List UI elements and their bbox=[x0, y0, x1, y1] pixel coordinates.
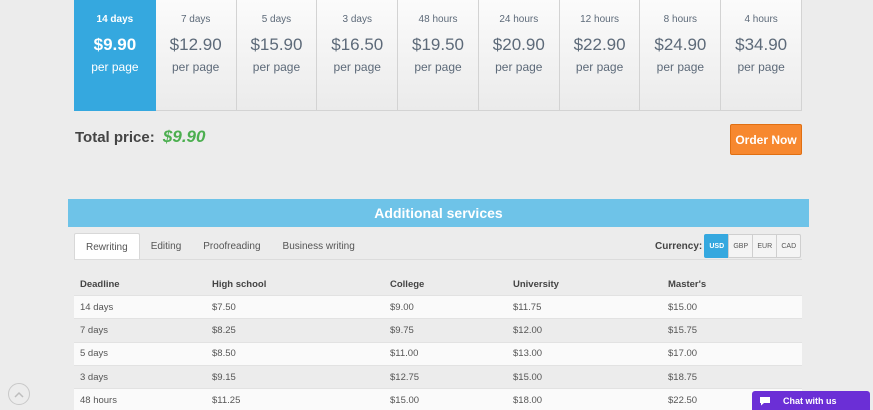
table-cell: $8.25 bbox=[212, 324, 236, 336]
total-price: Total price: $9.90 bbox=[75, 127, 205, 147]
price-card-12-hours[interactable]: 12 hours $22.90 per page bbox=[559, 0, 641, 111]
table-cell: $15.00 bbox=[390, 394, 420, 406]
price-card-3-days[interactable]: 3 days $16.50 per page bbox=[317, 0, 399, 111]
table-cell: $15.75 bbox=[668, 324, 698, 336]
card-price: $19.50 bbox=[412, 35, 465, 54]
header-high-school: High school bbox=[212, 278, 267, 290]
tab-business-writing[interactable]: Business writing bbox=[272, 233, 366, 260]
table-cell: $9.00 bbox=[390, 301, 414, 313]
table-cell: 5 days bbox=[80, 348, 108, 360]
card-deadline: 14 days bbox=[96, 14, 134, 25]
card-unit: per page bbox=[656, 60, 705, 74]
table-cell: $11.25 bbox=[212, 394, 241, 406]
price-card-14-days[interactable]: 14 days $9.90 per page bbox=[74, 0, 156, 111]
price-card-24-hours[interactable]: 24 hours $20.90 per page bbox=[478, 0, 560, 111]
table-cell: 3 days bbox=[80, 371, 108, 383]
price-card-4-hours[interactable]: 4 hours $34.90 per page bbox=[721, 0, 803, 111]
card-deadline: 3 days bbox=[342, 14, 372, 25]
table-cell: $9.15 bbox=[212, 371, 236, 383]
currency-cad-button[interactable]: CAD bbox=[776, 234, 802, 258]
currency-eur-button[interactable]: EUR bbox=[752, 234, 778, 258]
table-cell: $18.00 bbox=[513, 394, 543, 406]
table-cell: $12.75 bbox=[390, 371, 420, 383]
card-price: $16.50 bbox=[331, 35, 384, 54]
card-price: $12.90 bbox=[169, 35, 222, 54]
table-header-row: Deadline High school College University … bbox=[74, 273, 802, 295]
total-price-label: Total price: bbox=[75, 129, 155, 146]
card-deadline: 24 hours bbox=[499, 14, 539, 25]
card-deadline: 7 days bbox=[180, 14, 211, 25]
header-college: College bbox=[390, 278, 425, 290]
currency-gbp-button[interactable]: GBP bbox=[728, 234, 754, 258]
card-price: $24.90 bbox=[654, 35, 707, 54]
table-cell: $13.00 bbox=[513, 348, 543, 360]
table-cell: 14 days bbox=[80, 301, 114, 313]
table-cell: $18.75 bbox=[668, 371, 698, 383]
card-price: $15.90 bbox=[250, 35, 303, 54]
header-masters: Master's bbox=[668, 278, 707, 290]
card-price: $34.90 bbox=[735, 35, 788, 54]
card-deadline: 5 days bbox=[261, 14, 292, 25]
price-cards: 14 days $9.90 per page 7 days $12.90 per… bbox=[74, 0, 803, 111]
tab-editing[interactable]: Editing bbox=[140, 233, 193, 260]
table-cell: 48 hours bbox=[80, 394, 117, 406]
card-deadline: 12 hours bbox=[580, 14, 620, 25]
price-card-5-days[interactable]: 5 days $15.90 per page bbox=[236, 0, 318, 111]
currency-usd-button[interactable]: USD bbox=[704, 234, 730, 258]
table-cell: 7 days bbox=[80, 324, 108, 336]
price-card-7-days[interactable]: 7 days $12.90 per page bbox=[155, 0, 237, 111]
tabs-divider bbox=[74, 259, 802, 260]
table-cell: $15.00 bbox=[668, 301, 698, 313]
currency-label: Currency: bbox=[655, 240, 703, 252]
tab-proofreading[interactable]: Proofreading bbox=[192, 233, 271, 260]
table-cell: $12.00 bbox=[513, 324, 543, 336]
table-cell: $8.50 bbox=[212, 348, 236, 360]
pricing-table: Deadline High school College University … bbox=[74, 273, 802, 410]
additional-services-title: Additional services bbox=[374, 205, 503, 221]
table-row: 3 days $9.15 $12.75 $15.00 $18.75 bbox=[74, 364, 802, 389]
table-row: 7 days $8.25 $9.75 $12.00 $15.75 bbox=[74, 318, 802, 342]
order-now-button[interactable]: Order Now bbox=[730, 124, 802, 155]
total-price-amount: $9.90 bbox=[162, 127, 206, 146]
card-unit: per page bbox=[737, 60, 785, 74]
card-deadline: 48 hours bbox=[418, 14, 458, 25]
table-row: 48 hours $11.25 $15.00 $18.00 $22.50 bbox=[74, 388, 802, 410]
card-unit: per page bbox=[252, 60, 301, 74]
table-row: 5 days $8.50 $11.00 $13.00 $17.00 bbox=[74, 341, 802, 365]
table-cell: $7.50 bbox=[212, 301, 236, 313]
table-cell: $11.75 bbox=[513, 301, 542, 313]
card-price: $22.90 bbox=[573, 35, 626, 54]
table-cell: $9.75 bbox=[390, 324, 414, 336]
chevron-up-icon bbox=[14, 391, 24, 398]
table-cell: $17.00 bbox=[668, 348, 698, 360]
tab-rewriting[interactable]: Rewriting bbox=[74, 233, 140, 260]
chat-label: Chat with us bbox=[783, 395, 837, 406]
chat-with-us-button[interactable]: Chat with us bbox=[752, 391, 870, 410]
currency-selector: Currency: USD GBP EUR CAD bbox=[655, 234, 802, 258]
price-card-8-hours[interactable]: 8 hours $24.90 per page bbox=[640, 0, 722, 111]
card-unit: per page bbox=[414, 60, 462, 74]
card-unit: per page bbox=[495, 60, 543, 74]
scroll-to-top-button[interactable] bbox=[8, 383, 30, 405]
card-unit: per page bbox=[575, 60, 624, 74]
card-unit: per page bbox=[91, 60, 139, 74]
chat-bubble-icon bbox=[760, 396, 770, 405]
card-deadline: 8 hours bbox=[663, 14, 698, 25]
card-price: $20.90 bbox=[492, 35, 545, 54]
card-unit: per page bbox=[171, 60, 220, 74]
service-tabs: Rewriting Editing Proofreading Business … bbox=[74, 233, 366, 260]
table-cell: $11.00 bbox=[390, 348, 419, 360]
card-price: $9.90 bbox=[93, 35, 137, 54]
card-unit: per page bbox=[333, 60, 381, 74]
header-deadline: Deadline bbox=[80, 278, 120, 290]
additional-services-header: Additional services bbox=[68, 199, 809, 227]
price-card-48-hours[interactable]: 48 hours $19.50 per page bbox=[398, 0, 479, 111]
header-university: University bbox=[513, 278, 559, 290]
table-row: 14 days $7.50 $9.00 $11.75 $15.00 bbox=[74, 295, 802, 319]
table-cell: $15.00 bbox=[513, 371, 543, 383]
card-deadline: 4 hours bbox=[744, 14, 778, 25]
